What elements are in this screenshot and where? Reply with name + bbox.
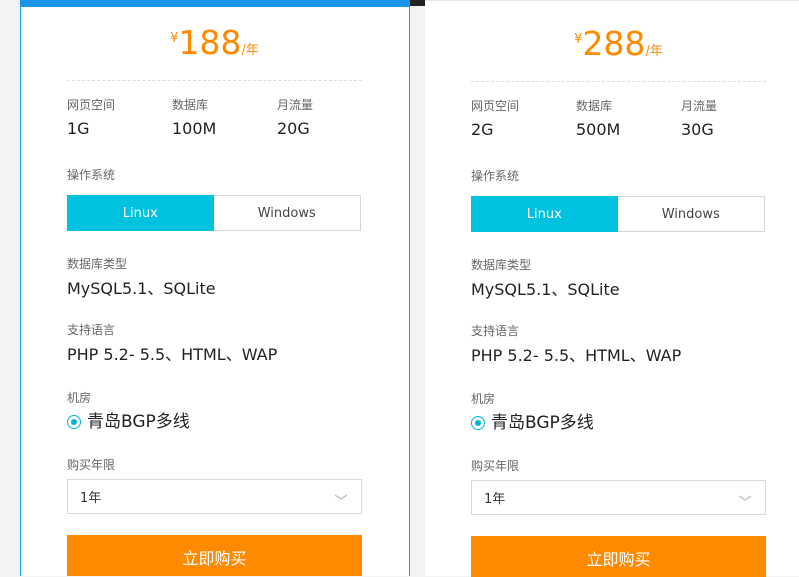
top-dark-strip <box>410 0 425 6</box>
datacenter-label: 机房 <box>471 392 496 406</box>
os-selector: Linux Windows <box>471 196 765 232</box>
buy-now-button[interactable]: 立即购买 <box>67 535 362 576</box>
spec-label: 网页空间 <box>67 98 116 112</box>
datacenter-radio-option[interactable]: 青岛BGP多线 <box>471 412 594 434</box>
divider <box>67 80 362 81</box>
os-label: 操作系统 <box>67 168 116 182</box>
db-type-label: 数据库类型 <box>67 257 128 271</box>
spec-monthly-traffic: 月流量 30G <box>681 98 717 140</box>
spec-monthly-traffic: 月流量 20G <box>277 97 313 139</box>
spec-label: 月流量 <box>277 98 314 112</box>
db-type-value: MySQL5.1、SQLite <box>471 280 620 299</box>
spec-value: 20G <box>277 119 310 138</box>
period-selected-value: 1年 <box>484 492 506 507</box>
language-value: PHP 5.2- 5.5、HTML、WAP <box>471 346 682 365</box>
price: ¥288/年 <box>471 27 766 60</box>
price-amount: 188 <box>178 23 242 62</box>
radio-selected-icon[interactable] <box>471 416 485 430</box>
plan-card-188: ¥188/年 网页空间 1G 数据库 100M 月流量 20G 操作系统 Lin… <box>20 0 410 576</box>
divider <box>471 81 766 82</box>
language-value: PHP 5.2- 5.5、HTML、WAP <box>67 345 278 364</box>
datacenter-value: 青岛BGP多线 <box>87 412 190 432</box>
period-label: 购买年限 <box>67 458 116 472</box>
buy-now-button[interactable]: 立即购买 <box>471 536 766 577</box>
chevron-down-icon <box>738 494 752 501</box>
db-type-label: 数据库类型 <box>471 258 532 272</box>
radio-selected-icon[interactable] <box>67 415 81 429</box>
period-select[interactable]: 1年 <box>471 480 766 515</box>
spec-value: 30G <box>681 120 714 139</box>
language-label: 支持语言 <box>67 323 116 337</box>
period-label: 购买年限 <box>471 459 520 473</box>
spec-label: 网页空间 <box>471 99 520 113</box>
spec-web-space: 网页空间 2G <box>471 98 519 140</box>
period-select[interactable]: 1年 <box>67 479 362 514</box>
spec-value: 2G <box>471 120 494 139</box>
spec-value: 500M <box>576 120 621 139</box>
spec-label: 数据库 <box>576 99 613 113</box>
os-option-linux[interactable]: Linux <box>67 195 214 231</box>
db-type-value: MySQL5.1、SQLite <box>67 279 216 298</box>
price-currency: ¥ <box>170 31 179 46</box>
os-label: 操作系统 <box>471 169 520 183</box>
price-unit: /年 <box>645 44 663 59</box>
os-option-linux[interactable]: Linux <box>471 196 618 232</box>
datacenter-label: 机房 <box>67 391 92 405</box>
plan-card-288: ¥288/年 网页空间 2G 数据库 500M 月流量 30G 操作系统 Lin… <box>425 0 799 577</box>
price-currency: ¥ <box>574 32 583 47</box>
spec-database: 数据库 500M <box>576 98 620 140</box>
price: ¥188/年 <box>67 26 362 59</box>
spec-label: 月流量 <box>681 99 718 113</box>
spec-web-space: 网页空间 1G <box>67 97 115 139</box>
language-label: 支持语言 <box>471 324 520 338</box>
card-highlight-bar <box>20 0 410 7</box>
price-amount: 288 <box>582 24 646 63</box>
os-option-windows[interactable]: Windows <box>617 196 765 232</box>
datacenter-radio-option[interactable]: 青岛BGP多线 <box>67 411 190 433</box>
spec-label: 数据库 <box>172 98 209 112</box>
os-option-windows[interactable]: Windows <box>213 195 361 231</box>
spec-value: 1G <box>67 119 90 138</box>
datacenter-value: 青岛BGP多线 <box>491 413 594 433</box>
spec-value: 100M <box>172 119 217 138</box>
spec-database: 数据库 100M <box>172 97 216 139</box>
chevron-down-icon <box>334 493 348 500</box>
os-selector: Linux Windows <box>67 195 361 231</box>
price-unit: /年 <box>241 43 259 58</box>
period-selected-value: 1年 <box>80 491 102 506</box>
